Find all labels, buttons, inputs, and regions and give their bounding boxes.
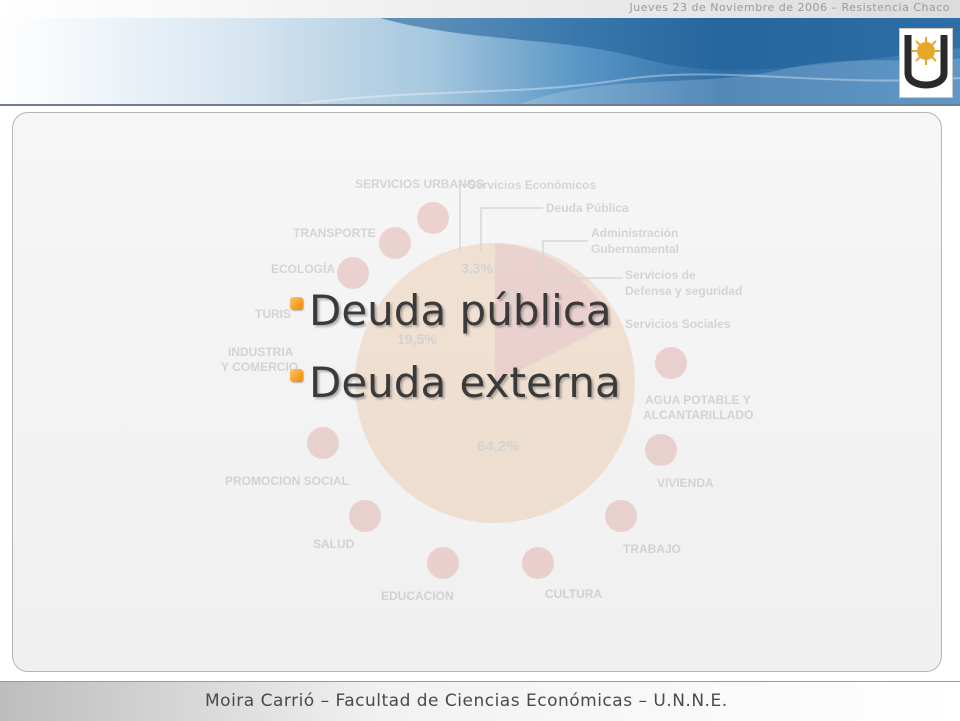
bg-label-turismo: TURIS xyxy=(255,307,291,321)
bg-label-trabajo: TRABAJO xyxy=(623,542,681,556)
footer-bar: Moira Carrió – Facultad de Ciencias Econ… xyxy=(0,681,960,721)
bullet-item-deuda-externa: Deuda externa xyxy=(290,358,621,408)
bg-label-cultura: CULTURA xyxy=(545,587,602,601)
bullet-item-deuda-publica: Deuda pública xyxy=(290,286,612,336)
bg-label-defensa: Defensa y seguridad xyxy=(625,284,742,298)
bullet-square-icon xyxy=(290,368,303,382)
bg-label-servicios-urbanos: SERVICIOS URBANOS xyxy=(355,177,484,191)
bg-value-4: 64,2% xyxy=(477,438,520,455)
bullet-square-icon xyxy=(290,296,303,310)
bg-label-educacion: EDUCACION xyxy=(381,589,454,603)
bullet-text: Deuda externa xyxy=(309,358,621,407)
bg-value-1: 3,3% xyxy=(461,260,493,276)
bg-label-deuda-publica: Deuda Pública xyxy=(546,201,629,215)
bg-label-agua: AGUA POTABLE Y xyxy=(645,393,751,407)
bg-label-gubernamental: Gubernamental xyxy=(591,242,679,256)
bg-label-comercio: Y COMERCIO xyxy=(221,360,298,374)
bg-label-vivienda: VIVIENDA xyxy=(657,476,714,490)
university-logo xyxy=(899,28,953,98)
bg-label-ecologia: ECOLOGÍA xyxy=(271,261,335,276)
bullet-text: Deuda pública xyxy=(309,286,612,335)
bg-label-servicios-economicos: Servicios Económicos xyxy=(468,178,596,192)
date-place-text: Jueves 23 de Noviembre de 2006 – Resiste… xyxy=(629,1,950,14)
bg-label-servicios-sociales: Servicios Sociales xyxy=(625,317,731,331)
bg-label-servicios-de: Servicios de xyxy=(625,268,696,282)
top-bar: Jueves 23 de Noviembre de 2006 – Resiste… xyxy=(0,0,960,18)
bg-label-salud: SALUD xyxy=(313,537,355,551)
banner-waves xyxy=(299,18,960,104)
header-banner xyxy=(0,18,960,106)
bg-label-alcantarillado: ALCANTARILLADO xyxy=(643,408,753,422)
bg-label-promocion-social: PROMOCION SOCIAL xyxy=(225,474,349,488)
bg-label-transporte: TRANSPORTE xyxy=(293,226,376,240)
bg-label-industria: INDUSTRIA xyxy=(228,345,294,359)
bg-label-administracion: Administración xyxy=(591,226,678,240)
footer-text: Moira Carrió – Facultad de Ciencias Econ… xyxy=(205,691,728,711)
